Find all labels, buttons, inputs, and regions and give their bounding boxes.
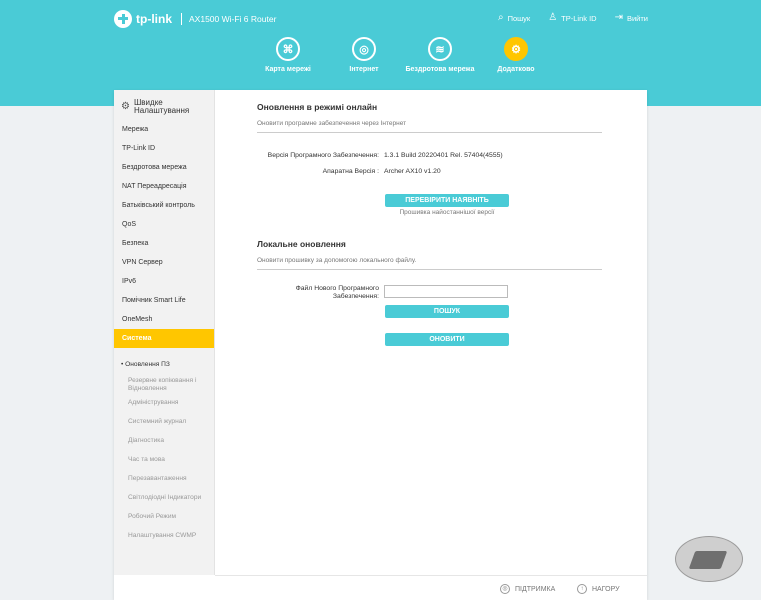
tp-link-logo-icon xyxy=(114,10,132,28)
local-update-section: Локальне оновлення Оновити прошивку за д… xyxy=(257,239,602,346)
firmware-version-row: Версія Програмного Забезпечення: 1.3.1 B… xyxy=(257,152,602,159)
search-icon: ⌕ xyxy=(497,12,504,23)
watermark-logo-icon xyxy=(675,536,743,582)
brand-logo[interactable]: tp-link AX1500 Wi-Fi 6 Router xyxy=(114,10,276,28)
back-to-top-label: НАГОРУ xyxy=(592,585,620,593)
logout-action[interactable]: ⇥ Вийти xyxy=(615,13,648,23)
check-updates-button[interactable]: ПЕРЕВІРИТИ НАЯВНІТЬ ОНОВЛЕНЬ xyxy=(385,194,509,207)
sidebar-item-parental-control[interactable]: Батьківський контроль xyxy=(114,196,214,215)
sidebar-subitem-operation-mode[interactable]: Робочий Режим xyxy=(114,507,214,526)
main-panel: ⚙ Швидке Налаштування Мережа TP-Link ID … xyxy=(114,90,647,600)
online-update-section: Оновлення в режимі онлайн Оновити програ… xyxy=(257,102,602,216)
new-firmware-file-label: Файл Нового Програмного Забезпечення: xyxy=(295,285,379,300)
header-separator xyxy=(181,13,182,25)
logout-icon: ⇥ xyxy=(614,12,623,23)
tab-internet-label: Інтернет xyxy=(349,66,379,73)
browse-button[interactable]: ПОШУК xyxy=(385,305,509,318)
tab-network-map-label: Карта мережі xyxy=(265,66,311,73)
tab-wireless[interactable]: ≋ Бездротова мережа xyxy=(402,37,478,73)
sidebar-item-quick-setup[interactable]: ⚙ Швидке Налаштування xyxy=(114,90,214,120)
gear-icon: ⚙ xyxy=(504,37,528,61)
sidebar-subitem-time-language[interactable]: Час та мова xyxy=(114,450,214,469)
hardware-version-value: Archer AX10 v1.20 xyxy=(384,168,441,175)
new-firmware-file-row: Файл Нового Програмного Забезпечення: xyxy=(257,285,602,301)
user-icon: ♙ xyxy=(548,12,558,23)
support-label: ПІДТРИМКА xyxy=(515,585,556,593)
back-to-top-link[interactable]: ↑ НАГОРУ xyxy=(577,584,620,594)
firmware-version-label: Версія Програмного Забезпечення: xyxy=(267,152,379,159)
sidebar-subitem-firmware-update[interactable]: • Оновлення ПЗ xyxy=(114,355,214,374)
arrow-up-icon: ↑ xyxy=(577,584,587,594)
sidebar-item-vpn-server[interactable]: VPN Сервер xyxy=(114,253,214,272)
sidebar-item-ipv6[interactable]: IPv6 xyxy=(114,272,214,291)
firmware-content: Оновлення в режимі онлайн Оновити програ… xyxy=(257,102,602,346)
sidebar-item-tp-link-id[interactable]: TP-Link ID xyxy=(114,139,214,158)
sidebar-item-security[interactable]: Безпека xyxy=(114,234,214,253)
tab-wireless-label: Бездротова мережа xyxy=(405,66,475,73)
firmware-version-value: 1.3.1 Build 20220401 Rel. 57404(4555) xyxy=(384,152,503,159)
footer: ◎ ПІДТРИМКА ↑ НАГОРУ xyxy=(215,575,647,600)
tp-link-id-action[interactable]: ♙ TP-Link ID xyxy=(548,13,596,23)
sidebar-item-smart-life[interactable]: Помічник Smart Life xyxy=(114,291,214,310)
sidebar-item-network[interactable]: Мережа xyxy=(114,120,214,139)
network-map-icon: ⌘ xyxy=(276,37,300,61)
latest-firmware-note: Прошивка найостаннішої версії xyxy=(399,209,495,216)
support-icon: ◎ xyxy=(500,584,510,594)
logout-label: Вийти xyxy=(626,13,648,23)
globe-icon: ◎ xyxy=(352,37,376,61)
sidebar-subitem-administration[interactable]: Адміністрування xyxy=(114,393,214,412)
new-firmware-file-input[interactable] xyxy=(384,285,508,298)
sidebar-subitem-diagnostics[interactable]: Діагностика xyxy=(114,431,214,450)
tab-internet[interactable]: ◎ Інтернет xyxy=(326,37,402,73)
sidebar-subitem-led-control[interactable]: Світлодіодні Індикатори xyxy=(114,488,214,507)
brand-name: tp-link xyxy=(136,12,172,26)
top-actions: ⌕ Пошук ♙ TP-Link ID ⇥ Вийти xyxy=(498,13,648,23)
online-update-description: Оновити програмне забезпечення через Інт… xyxy=(257,120,602,133)
tp-link-id-label: TP-Link ID xyxy=(561,13,597,23)
hardware-version-row: Апаратна Версія : Archer AX10 v1.20 xyxy=(257,168,602,175)
local-update-description: Оновити прошивку за допомогою локального… xyxy=(257,257,602,270)
sidebar-item-nat-forwarding[interactable]: NAT Переадресація xyxy=(114,177,214,196)
sidebar-subitem-system-log[interactable]: Системний журнал xyxy=(114,412,214,431)
router-model: AX1500 Wi-Fi 6 Router xyxy=(189,14,277,24)
online-update-title: Оновлення в режимі онлайн xyxy=(257,102,378,112)
support-link[interactable]: ◎ ПІДТРИМКА xyxy=(500,584,555,594)
upgrade-button[interactable]: ОНОВИТИ xyxy=(385,333,509,346)
sidebar-subitem-backup-restore[interactable]: Резервне копіювання і Відновлення xyxy=(114,374,214,393)
wifi-icon: ≋ xyxy=(428,37,452,61)
sidebar-subitem-cwmp[interactable]: Налаштування CWMP xyxy=(114,526,214,545)
search-action[interactable]: ⌕ Пошук xyxy=(498,13,530,23)
sidebar-item-wireless[interactable]: Бездротова мережа xyxy=(114,158,214,177)
sidebar-item-onemesh[interactable]: OneMesh xyxy=(114,310,214,329)
tab-advanced-label: Додатково xyxy=(497,66,535,73)
settings-icon: ⚙ xyxy=(121,101,130,112)
hardware-version-label: Апаратна Версія : xyxy=(322,168,379,175)
main-navigation: ⌘ Карта мережі ◎ Інтернет ≋ Бездротова м… xyxy=(250,37,554,73)
local-update-title: Локальне оновлення xyxy=(257,239,346,249)
sidebar: ⚙ Швидке Налаштування Мережа TP-Link ID … xyxy=(114,90,215,575)
tab-advanced[interactable]: ⚙ Додатково xyxy=(478,37,554,73)
quick-setup-label: Швидке Налаштування xyxy=(133,98,190,115)
tab-network-map[interactable]: ⌘ Карта мережі xyxy=(250,37,326,73)
sidebar-subitem-reboot[interactable]: Перезавантаження xyxy=(114,469,214,488)
sidebar-item-system[interactable]: Система xyxy=(114,329,214,348)
sidebar-item-qos[interactable]: QoS xyxy=(114,215,214,234)
search-label: Пошук xyxy=(507,13,531,23)
